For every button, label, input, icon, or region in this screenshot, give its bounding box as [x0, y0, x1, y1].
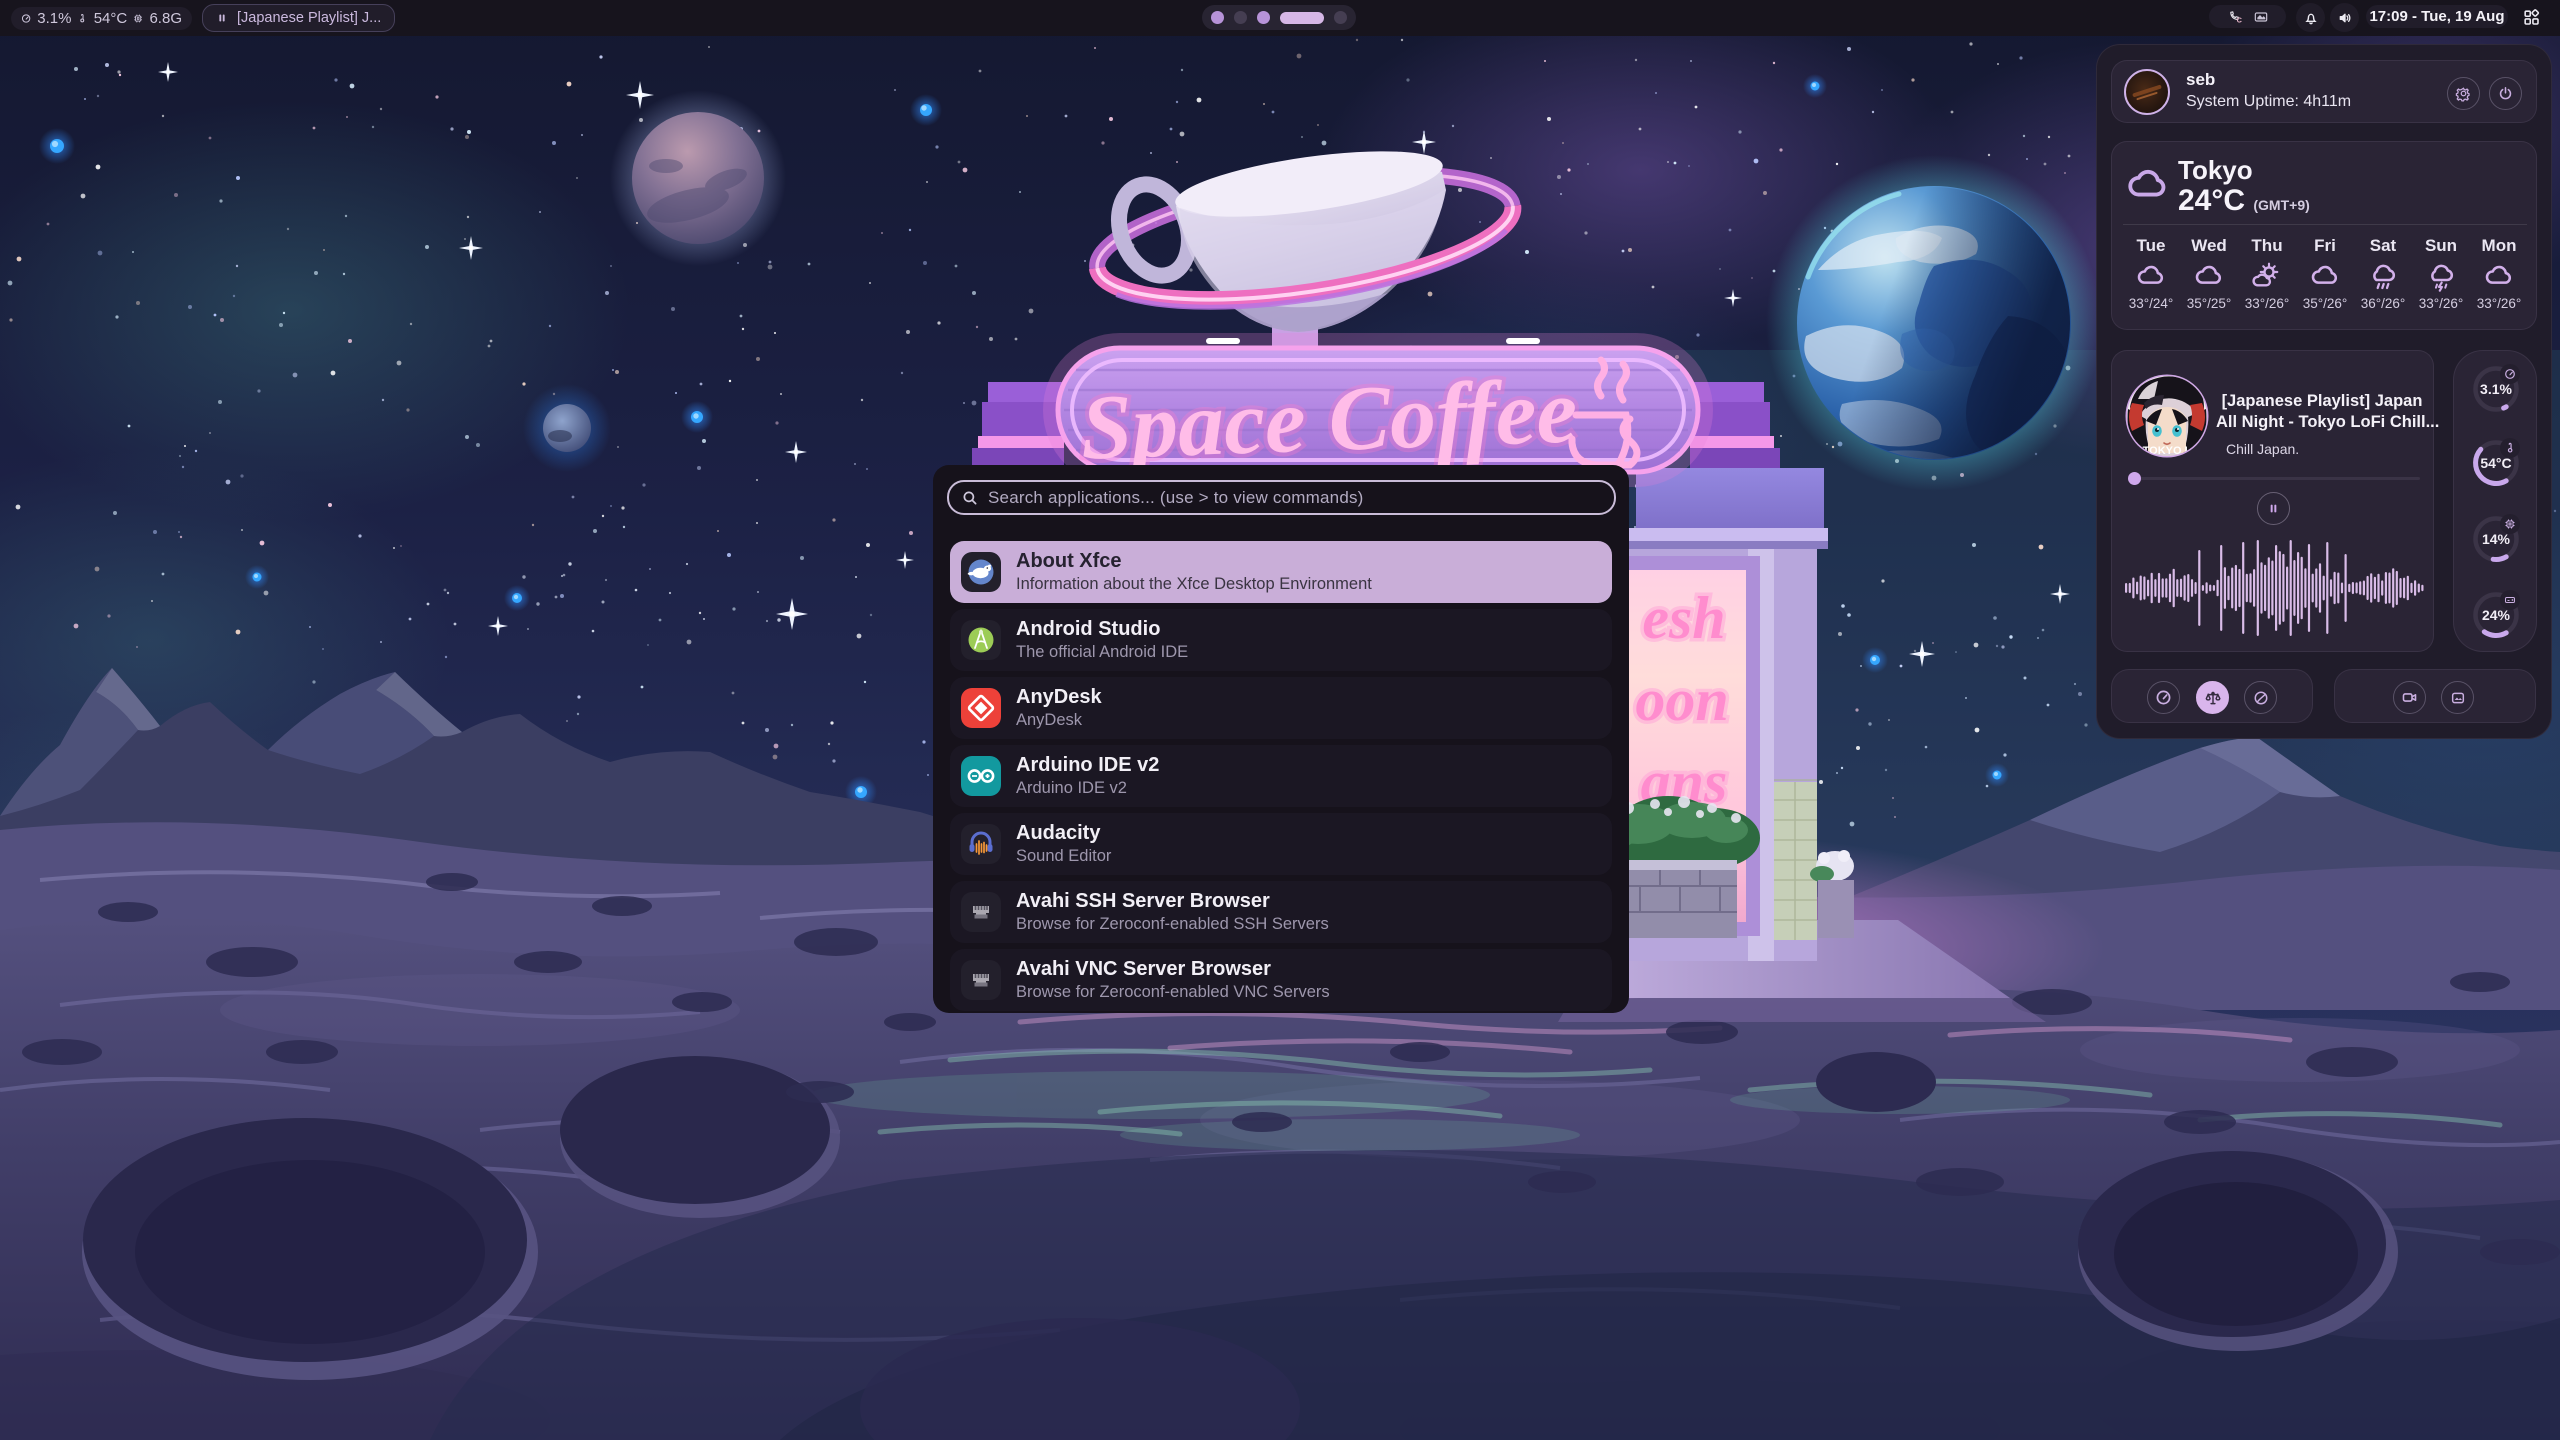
- svg-text:54°C: 54°C: [2480, 455, 2511, 471]
- svg-text:esh: esh: [1642, 585, 1725, 651]
- svg-text:14%: 14%: [2482, 531, 2511, 547]
- svg-text:TOKYO L: TOKYO L: [2143, 445, 2192, 457]
- svg-text:oon: oon: [1635, 667, 1728, 733]
- svg-text:Space Coffee: Space Coffee: [1079, 359, 1579, 478]
- svg-text:C: C: [2236, 15, 2242, 24]
- svg-text:3.1%: 3.1%: [2480, 381, 2512, 397]
- svg-text:24%: 24%: [2482, 607, 2511, 623]
